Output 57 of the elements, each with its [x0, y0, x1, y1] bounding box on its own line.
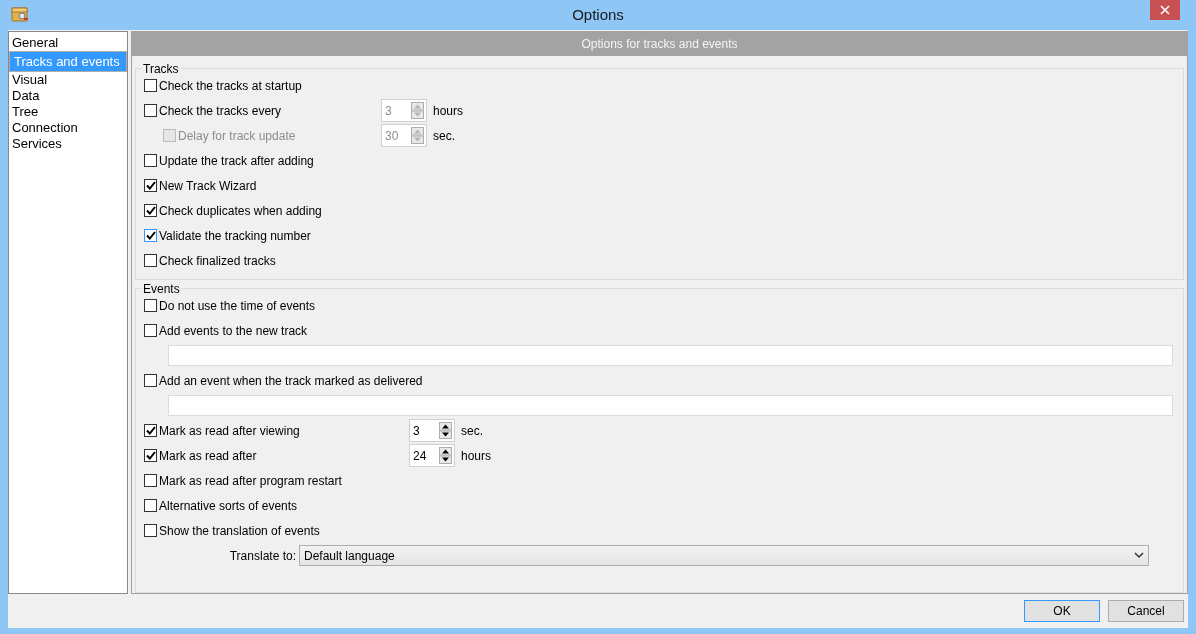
number-spinner[interactable]: 3	[409, 419, 455, 442]
checkbox[interactable]	[144, 299, 157, 312]
checkbox-label: Check finalized tracks	[159, 252, 276, 270]
checkbox-label: Delay for track update	[178, 127, 296, 145]
checkbox[interactable]	[144, 204, 157, 217]
unit-label: sec.	[461, 422, 483, 440]
checkbox[interactable]	[144, 474, 157, 487]
text-field[interactable]	[168, 395, 1173, 416]
unit-label: sec.	[433, 127, 455, 145]
checkbox-label: Mark as read after program restart	[159, 472, 342, 490]
spinner-arrows-icon[interactable]	[439, 447, 452, 464]
checkbox-label: Check duplicates when adding	[159, 202, 322, 220]
checkbox[interactable]	[144, 179, 157, 192]
checkbox-label: Show the translation of events	[159, 522, 320, 540]
checkbox[interactable]	[144, 424, 157, 437]
checkbox-label: Alternative sorts of events	[159, 497, 298, 515]
dialog-button[interactable]: OK	[1024, 600, 1100, 622]
dialog-button[interactable]: Cancel	[1108, 600, 1184, 622]
checkbox-label: Validate the tracking number	[159, 227, 311, 245]
sidebar-item[interactable]: Visual	[9, 72, 127, 88]
checkbox[interactable]	[144, 374, 157, 387]
checkbox[interactable]	[144, 79, 157, 92]
checkbox-label: Mark as read after viewing	[159, 422, 300, 440]
checkbox[interactable]	[144, 324, 157, 337]
sidebar-item[interactable]: Connection	[9, 120, 127, 136]
package-icon	[10, 5, 30, 23]
language-dropdown[interactable]: Default language	[299, 545, 1149, 566]
checkbox-label: Mark as read after	[159, 447, 257, 465]
checkbox-label: Add an event when the track marked as delivered	[159, 372, 423, 390]
text-field[interactable]	[168, 345, 1173, 366]
sidebar-item[interactable]: General	[9, 35, 127, 51]
checkbox[interactable]	[144, 499, 157, 512]
close-button[interactable]	[1150, 0, 1180, 20]
number-spinner[interactable]: 24	[409, 444, 455, 467]
panel-header: Options for tracks and events	[581, 35, 738, 53]
checkbox[interactable]	[144, 254, 157, 267]
sidebar-item[interactable]: Services	[9, 136, 127, 152]
checkbox[interactable]	[144, 229, 157, 242]
checkbox[interactable]	[144, 104, 157, 117]
checkbox-label: Add events to the new track	[159, 322, 308, 340]
sidebar-item[interactable]: Data	[9, 88, 127, 104]
checkbox-label: Check the tracks at startup	[159, 77, 302, 95]
window-title: Options	[572, 4, 624, 25]
checkbox-label: New Track Wizard	[159, 177, 257, 195]
checkbox[interactable]	[144, 154, 157, 167]
select-label: Translate to:	[228, 547, 296, 565]
spinner-arrows-icon[interactable]	[439, 422, 452, 439]
checkbox[interactable]	[144, 524, 157, 537]
sidebar-item[interactable]: Tree	[9, 104, 127, 120]
checkbox-label: Check the tracks every	[159, 102, 282, 120]
unit-label: hours	[433, 102, 464, 120]
chevron-down-icon	[1134, 552, 1144, 559]
checkbox[interactable]	[144, 449, 157, 462]
close-icon	[1160, 5, 1170, 15]
unit-label: hours	[461, 447, 492, 465]
checkbox-label: Do not use the time of events	[159, 297, 316, 315]
checkbox-label: Update the track after adding	[159, 152, 314, 170]
